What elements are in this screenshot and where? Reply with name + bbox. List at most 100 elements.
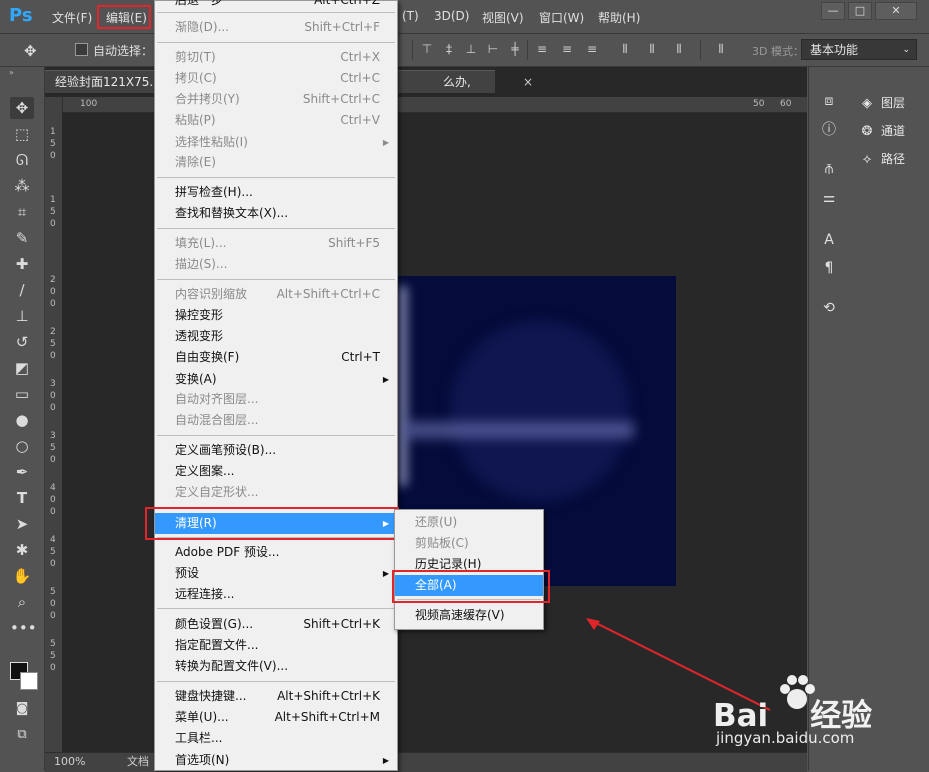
menu-item-toolbar[interactable]: 工具栏...: [155, 728, 397, 749]
submenu-item-video-cache[interactable]: 视频高速缓存(V): [395, 605, 543, 626]
screen-mode-icon[interactable]: ⧉: [10, 724, 34, 746]
menu-item-define-shape[interactable]: 定义自定形状...: [155, 482, 397, 503]
quick-mask-icon[interactable]: ◙: [10, 698, 34, 720]
brush-tool-icon[interactable]: ∕: [10, 279, 34, 301]
eyedropper-tool-icon[interactable]: ✎: [10, 227, 34, 249]
align-vcenter-icon[interactable]: ‡: [442, 42, 456, 56]
shape-tool-icon[interactable]: ✱: [10, 539, 34, 561]
type-tool-icon[interactable]: T: [10, 487, 34, 509]
move-tool-icon[interactable]: ✥: [10, 97, 34, 119]
healing-brush-tool-icon[interactable]: ✚: [10, 253, 34, 275]
paragraph-icon[interactable]: ¶: [820, 259, 838, 277]
character-icon[interactable]: A: [820, 231, 838, 249]
auto-align-icon[interactable]: ⦀: [714, 42, 728, 56]
menu-item-copy[interactable]: 拷贝(C) Ctrl+C: [155, 68, 397, 89]
menu-item-auto-align-layers[interactable]: 自动对齐图层...: [155, 389, 397, 410]
menu-divider: [157, 608, 395, 609]
menu-item-preferences[interactable]: 首选项(N) ▶: [155, 750, 397, 771]
menu-item-paste-special[interactable]: 选择性粘贴(I) ▶: [155, 132, 397, 153]
auto-select-checkbox[interactable]: [75, 43, 88, 56]
zoom-level[interactable]: 100%: [54, 753, 85, 771]
dodge-tool-icon[interactable]: ○: [10, 435, 34, 457]
menu-help[interactable]: 帮助(H): [598, 9, 640, 26]
align-left-icon[interactable]: ⊢: [486, 42, 500, 56]
magic-wand-tool-icon[interactable]: ⁂: [10, 175, 34, 197]
menu-window[interactable]: 窗口(W): [539, 9, 584, 26]
move-tool-icon[interactable]: ✥: [24, 42, 37, 60]
zoom-tool-icon[interactable]: ⌕: [10, 591, 34, 613]
menu-item-keyboard-shortcuts[interactable]: 键盘快捷键... Alt+Shift+Ctrl+K: [155, 686, 397, 707]
menu-item-spell-check[interactable]: 拼写检查(H)...: [155, 182, 397, 203]
workspace-dropdown[interactable]: 基本功能 ⌄: [801, 39, 917, 60]
menu-item-presets[interactable]: 预设 ▶: [155, 563, 397, 584]
distribute-right-icon[interactable]: ⦀: [672, 42, 686, 56]
document-info-label[interactable]: 文档: [127, 753, 149, 771]
minimize-button[interactable]: —: [821, 2, 845, 20]
menu-item-assign-profile[interactable]: 指定配置文件...: [155, 635, 397, 656]
menu-item-free-transform[interactable]: 自由变换(F) Ctrl+T: [155, 347, 397, 368]
menu-item-label: 自由变换(F): [175, 350, 240, 364]
align-hcenter-icon[interactable]: ╪: [508, 42, 522, 56]
hand-tool-icon[interactable]: ✋: [10, 565, 34, 587]
submenu-item-undo[interactable]: 还原(U): [395, 512, 543, 533]
menu-item-remote-connections[interactable]: 远程连接...: [155, 584, 397, 605]
menu-item-find-replace[interactable]: 查找和替换文本(X)...: [155, 203, 397, 224]
blur-tool-icon[interactable]: ●: [10, 409, 34, 431]
stamp-tool-icon[interactable]: ⊥: [10, 305, 34, 327]
menu-item-define-brush[interactable]: 定义画笔预设(B)...: [155, 440, 397, 461]
menu-item-pdf-presets[interactable]: Adobe PDF 预设...: [155, 542, 397, 563]
eraser-tool-icon[interactable]: ◩: [10, 357, 34, 379]
more-tools-icon[interactable]: •••: [10, 617, 37, 639]
distribute-left-icon[interactable]: ⦀: [618, 42, 632, 56]
channels-panel-tab[interactable]: ❂ 通道: [857, 120, 905, 142]
menu-item-paste[interactable]: 粘贴(P) Ctrl+V: [155, 110, 397, 131]
menu-item-define-pattern[interactable]: 定义图案...: [155, 461, 397, 482]
menu-item-copy-merged[interactable]: 合并拷贝(Y) Shift+Ctrl+C: [155, 89, 397, 110]
distribute-bottom-icon[interactable]: ≡: [585, 42, 599, 56]
menu-3d[interactable]: 3D(D): [434, 9, 469, 23]
collapsed-panels: [849, 67, 929, 771]
menu-item-menus[interactable]: 菜单(U)... Alt+Shift+Ctrl+M: [155, 707, 397, 728]
menu-item-cut[interactable]: 剪切(T) Ctrl+X: [155, 47, 397, 68]
menu-item-stroke[interactable]: 描边(S)...: [155, 254, 397, 275]
align-top-icon[interactable]: ⊤: [420, 42, 434, 56]
maximize-button[interactable]: □: [848, 2, 872, 20]
distribute-vcenter-icon[interactable]: ≡: [560, 42, 574, 56]
pen-tool-icon[interactable]: ✒: [10, 461, 34, 483]
menu-file[interactable]: 文件(F): [52, 9, 92, 26]
close-tab-icon[interactable]: ×: [523, 71, 533, 93]
close-button[interactable]: ✕: [875, 2, 917, 20]
layers-panel-tab[interactable]: ◈ 图层: [857, 92, 905, 114]
adjustments-icon[interactable]: ⚌: [820, 189, 838, 207]
path-selection-tool-icon[interactable]: ➤: [10, 513, 34, 535]
menu-item-step-backward[interactable]: 后退一步 Alt+Ctrl+Z: [155, 0, 397, 11]
background-color-swatch[interactable]: [20, 672, 38, 690]
menu-item-fade[interactable]: 渐隐(D)... Shift+Ctrl+F: [155, 17, 397, 38]
gradient-tool-icon[interactable]: ▭: [10, 383, 34, 405]
brush-presets-icon[interactable]: ⫚: [820, 160, 838, 178]
marquee-tool-icon[interactable]: ⬚: [10, 123, 34, 145]
menu-item-perspective-warp[interactable]: 透视变形: [155, 326, 397, 347]
history-brush-tool-icon[interactable]: ↺: [10, 331, 34, 353]
distribute-hcenter-icon[interactable]: ⦀: [645, 42, 659, 56]
history-icon[interactable]: ⟲: [820, 299, 838, 317]
crop-tool-icon[interactable]: ⌗: [10, 201, 34, 223]
align-bottom-icon[interactable]: ⊥: [464, 42, 478, 56]
lasso-tool-icon[interactable]: ᘏ: [10, 149, 34, 171]
info-icon[interactable]: ⓘ: [820, 121, 838, 139]
3d-panel-icon[interactable]: ⧈: [820, 92, 838, 110]
submenu-item-clipboard[interactable]: 剪贴板(C): [395, 533, 543, 554]
menu-item-convert-profile[interactable]: 转换为配置文件(V)...: [155, 656, 397, 677]
menu-item-puppet-warp[interactable]: 操控变形: [155, 305, 397, 326]
menu-item-auto-blend-layers[interactable]: 自动混合图层...: [155, 410, 397, 431]
distribute-top-icon[interactable]: ≡: [535, 42, 549, 56]
collapse-chevron-icon[interactable]: »: [9, 68, 14, 77]
menu-item-clear[interactable]: 清除(E): [155, 152, 397, 173]
menu-item-color-settings[interactable]: 颜色设置(G)... Shift+Ctrl+K: [155, 614, 397, 635]
menu-item-transform[interactable]: 变换(A) ▶: [155, 369, 397, 390]
menu-item-fill[interactable]: 填充(L)... Shift+F5: [155, 233, 397, 254]
menu-view[interactable]: 视图(V): [482, 9, 524, 26]
menu-type[interactable]: (T): [402, 9, 419, 23]
menu-item-content-aware-scale[interactable]: 内容识别缩放 Alt+Shift+Ctrl+C: [155, 284, 397, 305]
paths-panel-tab[interactable]: ⟡ 路径: [857, 148, 905, 170]
